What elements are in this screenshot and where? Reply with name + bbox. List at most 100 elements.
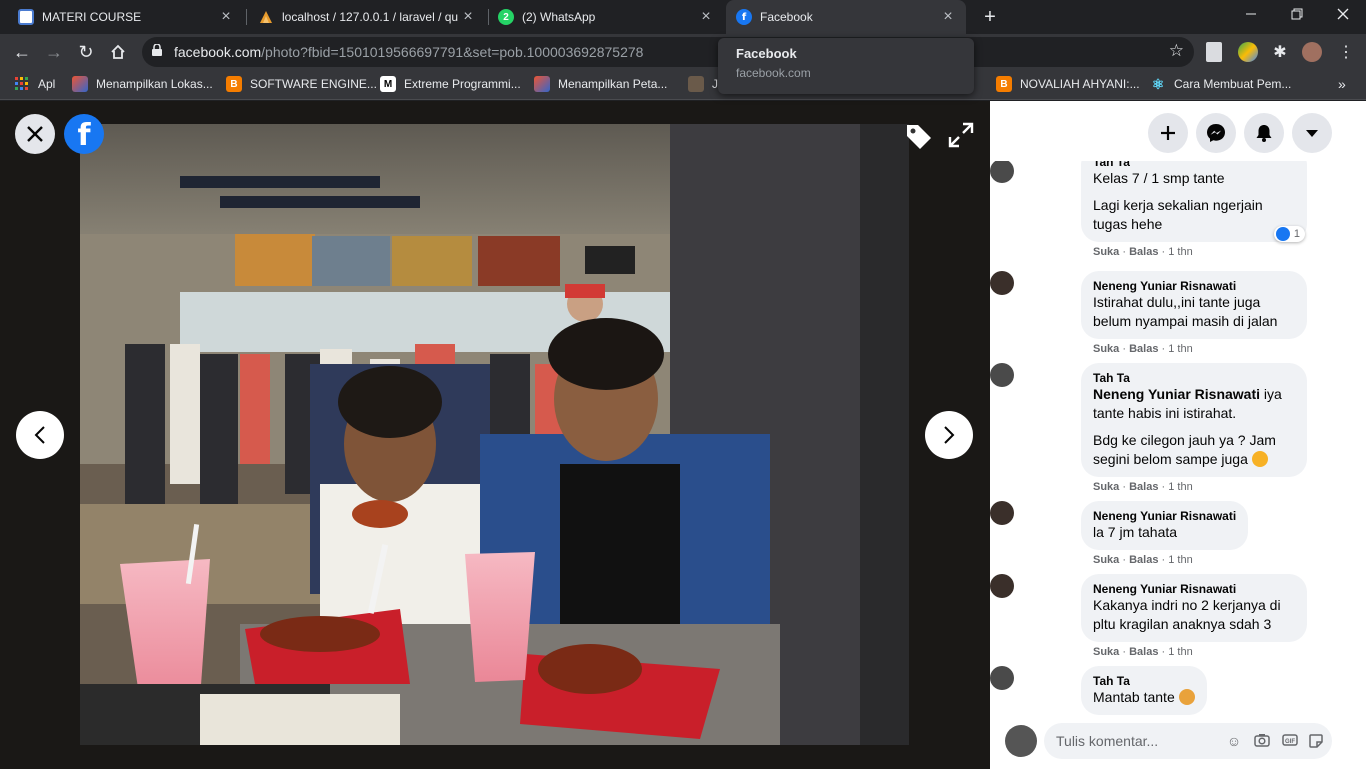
like-link[interactable]: Suka xyxy=(1093,646,1119,658)
facebook-logo[interactable]: f xyxy=(64,114,104,154)
bookmark-extreme-programming[interactable]: M Extreme Programmi... xyxy=(380,76,521,92)
close-tab-icon[interactable]: × xyxy=(940,8,956,26)
account-menu-button[interactable] xyxy=(1292,113,1332,153)
close-window-button[interactable] xyxy=(1320,0,1366,30)
messenger-button[interactable] xyxy=(1196,113,1236,153)
profile-avatar[interactable] xyxy=(1302,42,1322,62)
reading-list-icon[interactable] xyxy=(1206,42,1222,62)
comment-bubble: Neneng Yuniar Risnawati Kakanya indri no… xyxy=(1081,574,1307,642)
commenter-name[interactable]: Tah Ta xyxy=(1093,371,1295,385)
avatar[interactable] xyxy=(990,501,1014,525)
bookmark-novaliah[interactable]: B NOVALIAH AHYANI:... xyxy=(996,76,1140,92)
photo-image xyxy=(80,124,909,745)
avatar[interactable] xyxy=(990,666,1014,690)
avatar[interactable] xyxy=(990,574,1014,598)
bookmark-menampilkan-lokasi[interactable]: Menampilkan Lokas... xyxy=(72,76,213,92)
reply-link[interactable]: Balas xyxy=(1129,343,1158,355)
image-icon xyxy=(688,76,704,92)
comment-input[interactable]: Tulis komentar... ☺ GIF xyxy=(1044,723,1332,759)
grinning-emoji-icon xyxy=(1251,451,1268,467)
comment-item: Neneng Yuniar Risnawati Istirahat dulu,,… xyxy=(990,271,1307,355)
blogger-icon: B xyxy=(226,76,242,92)
create-button[interactable] xyxy=(1148,113,1188,153)
commenter-name[interactable]: Tah Ta xyxy=(1093,674,1195,688)
close-tab-icon[interactable]: × xyxy=(218,8,234,26)
like-link[interactable]: Suka xyxy=(1093,554,1119,566)
browser-menu-icon[interactable]: ⋮ xyxy=(1336,42,1356,62)
reload-button[interactable]: ↻ xyxy=(72,38,100,66)
bookmark-cara-membuat[interactable]: ⚛ Cara Membuat Pem... xyxy=(1150,76,1292,92)
comment-time[interactable]: 1 thn xyxy=(1168,554,1192,566)
reply-link[interactable]: Balas xyxy=(1129,554,1158,566)
address-url: facebook.com/photo?fbid=1501019566697791… xyxy=(174,44,644,60)
tab-whatsapp[interactable]: 2 (2) WhatsApp × xyxy=(488,0,724,34)
comment-bubble: Neneng Yuniar Risnawati la 7 jm tahata xyxy=(1081,501,1249,550)
site-icon xyxy=(534,76,550,92)
fullscreen-icon[interactable] xyxy=(947,121,975,149)
photo-viewer: f xyxy=(0,101,990,769)
svg-text:GIF: GIF xyxy=(1285,739,1295,745)
new-tab-button[interactable]: + xyxy=(978,5,1002,29)
tab-materi-course[interactable]: MATERI COURSE × xyxy=(8,0,244,34)
commenter-name[interactable]: Tah Ta xyxy=(1093,161,1295,169)
forward-button[interactable]: → xyxy=(40,38,68,66)
bookmark-star-icon[interactable]: ☆ xyxy=(1169,41,1184,61)
chevron-left-icon xyxy=(34,426,45,444)
bell-icon xyxy=(1256,125,1272,142)
commenter-name[interactable]: Neneng Yuniar Risnawati xyxy=(1093,279,1295,293)
address-bar[interactable]: facebook.com/photo?fbid=1501019566697791… xyxy=(142,37,1194,67)
like-reaction-icon xyxy=(1275,227,1290,241)
emoji-icon[interactable]: ☺ xyxy=(1226,733,1242,749)
previous-photo-button[interactable] xyxy=(16,411,64,459)
close-icon xyxy=(27,126,43,142)
like-link[interactable]: Suka xyxy=(1093,343,1119,355)
whatsapp-icon: 2 xyxy=(498,9,514,25)
notifications-button[interactable] xyxy=(1244,113,1284,153)
comment-composer: Tulis komentar... ☺ GIF xyxy=(990,721,1366,769)
home-button[interactable] xyxy=(104,38,132,66)
comment-time[interactable]: 1 thn xyxy=(1168,481,1192,493)
gif-icon[interactable]: GIF xyxy=(1282,733,1298,749)
reply-link[interactable]: Balas xyxy=(1129,481,1158,493)
tab-phpmyadmin[interactable]: localhost / 127.0.0.1 / laravel / qu × xyxy=(248,0,486,34)
extension-icon[interactable] xyxy=(1238,42,1258,62)
next-photo-button[interactable] xyxy=(925,411,973,459)
close-viewer-button[interactable] xyxy=(15,114,55,154)
medium-icon: M xyxy=(380,76,396,92)
commenter-name[interactable]: Neneng Yuniar Risnawati xyxy=(1093,509,1236,523)
tag-icon[interactable] xyxy=(903,121,931,149)
reaction-summary[interactable]: 1 xyxy=(1273,226,1305,242)
comment-bubble: Tah Ta Mantab tante xyxy=(1081,666,1207,715)
close-tab-icon[interactable]: × xyxy=(460,8,476,26)
commenter-name[interactable]: Neneng Yuniar Risnawati xyxy=(1093,582,1295,596)
close-tab-icon[interactable]: × xyxy=(698,8,714,26)
avatar[interactable] xyxy=(990,363,1014,387)
comment-time[interactable]: 1 thn xyxy=(1168,246,1192,258)
bookmark-apps[interactable]: Apl xyxy=(14,76,55,92)
avatar[interactable] xyxy=(990,271,1014,295)
reply-link[interactable]: Balas xyxy=(1129,646,1158,658)
bookmark-menampilkan-peta[interactable]: Menampilkan Peta... xyxy=(534,76,667,92)
extensions-puzzle-icon[interactable]: ✱ xyxy=(1270,42,1290,62)
comment-time[interactable]: 1 thn xyxy=(1168,343,1192,355)
comment-item: Tah Ta Kelas 7 / 1 smp tante Lagi kerja … xyxy=(990,161,1307,258)
mention-link[interactable]: Neneng Yuniar Risnawati xyxy=(1093,386,1260,402)
chevron-right-icon xyxy=(944,426,955,444)
comment-actions: Suka · Balas · 1 thn xyxy=(1093,481,1193,493)
bookmarks-overflow-button[interactable]: » xyxy=(1338,76,1346,92)
minimize-button[interactable] xyxy=(1228,0,1274,30)
comment-time[interactable]: 1 thn xyxy=(1168,646,1192,658)
comment-actions: Suka · Balas · 1 thn xyxy=(1093,646,1193,658)
camera-icon[interactable] xyxy=(1254,733,1270,749)
my-avatar xyxy=(1005,725,1037,757)
apps-grid-icon xyxy=(14,76,30,92)
restore-button[interactable] xyxy=(1274,0,1320,30)
bookmark-software-engine[interactable]: B SOFTWARE ENGINE... xyxy=(226,76,377,92)
reply-link[interactable]: Balas xyxy=(1129,246,1158,258)
like-link[interactable]: Suka xyxy=(1093,246,1119,258)
sticker-icon[interactable] xyxy=(1308,733,1324,749)
back-button[interactable]: ← xyxy=(8,38,36,66)
avatar[interactable] xyxy=(990,161,1014,183)
like-link[interactable]: Suka xyxy=(1093,481,1119,493)
tab-facebook[interactable]: f Facebook × xyxy=(726,0,966,34)
